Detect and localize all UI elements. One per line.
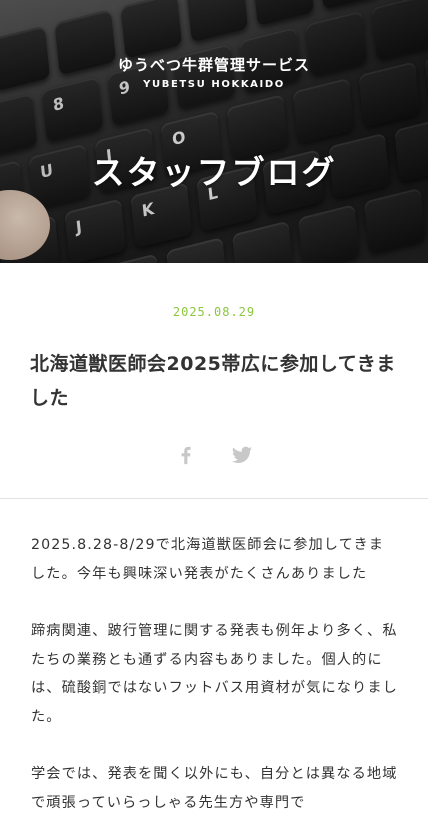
twitter-icon: [231, 446, 253, 463]
post-paragraph: 蹄病関連、跛行管理に関する発表も例年より多く、私たちの業務とも通ずる内容もありま…: [31, 623, 398, 725]
hero-header: 7 8 9 Y U I O H J K L N M ゆうべつ牛群管理サービス Y…: [0, 0, 428, 263]
blog-post: 2025.08.29 北海道獣医師会2025帯広に参加してきました 2025.8…: [0, 263, 428, 817]
brand-subtitle: YUBETSU HOKKAIDO: [143, 79, 285, 90]
page-title: スタッフブログ: [91, 153, 337, 192]
post-body: 2025.8.28-8/29で北海道獣医師会に参加してきました。今年も興味深い発…: [0, 499, 428, 817]
brand-name: ゆうべつ牛群管理サービス: [117, 56, 310, 74]
post-title: 北海道獣医師会2025帯広に参加してきました: [30, 353, 396, 409]
site-logo[interactable]: ゆうべつ牛群管理サービス YUBETSU HOKKAIDO: [0, 54, 428, 90]
facebook-icon: [181, 446, 191, 465]
hero-overlay: [0, 0, 428, 263]
post-header: 2025.08.29 北海道獣医師会2025帯広に参加してきました: [0, 263, 428, 475]
twitter-share-button[interactable]: [231, 444, 253, 466]
facebook-share-button[interactable]: [175, 444, 197, 466]
post-paragraph: 2025.8.28-8/29で北海道獣医師会に参加してきました。今年も興味深い発…: [31, 537, 385, 582]
share-buttons: [30, 435, 398, 475]
post-paragraph: 学会では、発表を聞く以外にも、自分とは異なる地域で頑張っていらっしゃる先生方や専…: [31, 766, 398, 811]
post-date: 2025.08.29: [172, 305, 256, 319]
